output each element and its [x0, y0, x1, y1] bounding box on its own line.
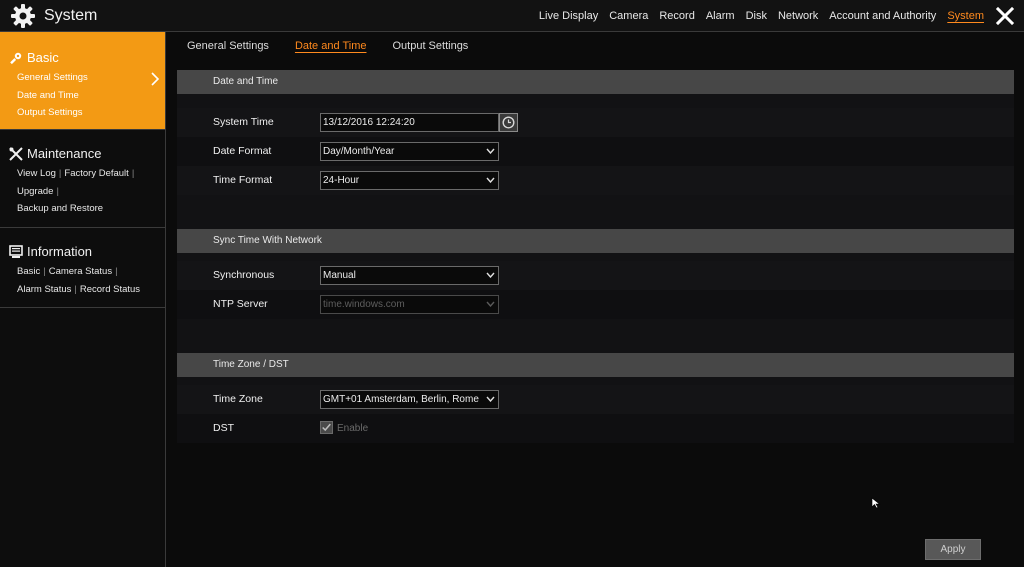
sidebar-link-general-settings[interactable]: General Settings: [17, 69, 165, 87]
spacer: [177, 195, 1014, 229]
synchronous-select[interactable]: Manual: [320, 266, 499, 285]
date-format-value: Day/Month/Year: [323, 146, 395, 157]
app-title-text: System: [44, 7, 98, 24]
spacer: [177, 253, 1014, 261]
time-zone-label: Time Zone: [213, 393, 263, 405]
wrench-icon: [9, 146, 23, 161]
tab-output-settings[interactable]: Output Settings: [392, 40, 468, 52]
sidebar-link-upgrade[interactable]: Upgrade: [17, 186, 53, 197]
monitor-icon: [9, 244, 23, 258]
caret-down-icon: [486, 396, 495, 402]
gear-icon: [11, 4, 35, 28]
caret-down-icon: [486, 272, 495, 278]
row-ntp-server: NTP Server time.windows.com: [177, 290, 1014, 319]
time-zone-value: GMT+01 Amsterdam, Berlin, Rome: [323, 394, 479, 405]
nav-system[interactable]: System: [947, 10, 984, 22]
nav-alarm[interactable]: Alarm: [706, 10, 735, 22]
synchronous-label: Synchronous: [213, 269, 275, 281]
sidebar-section-basic[interactable]: Basic General Settings Date and Time Out…: [0, 32, 165, 130]
sidebar-link-record-status[interactable]: Record Status: [80, 284, 140, 295]
time-zone-select[interactable]: GMT+01 Amsterdam, Berlin, Rome: [320, 390, 499, 409]
section-header-timezone: Time Zone / DST: [177, 353, 1014, 377]
nav-account-authority[interactable]: Account and Authority: [829, 10, 936, 22]
caret-down-icon: [486, 301, 495, 307]
sidebar-link-alarm-status[interactable]: Alarm Status: [17, 284, 71, 295]
sidebar: Basic General Settings Date and Time Out…: [0, 32, 166, 567]
synchronous-value: Manual: [323, 270, 356, 281]
tab-date-and-time[interactable]: Date and Time: [295, 40, 367, 52]
close-icon[interactable]: [996, 7, 1014, 25]
ntp-server-label: NTP Server: [213, 298, 268, 310]
nav-live-display[interactable]: Live Display: [539, 10, 598, 22]
sidebar-link-backup-restore[interactable]: Backup and Restore: [17, 203, 103, 214]
sidebar-information-title: Information: [27, 244, 93, 259]
spacer: [177, 377, 1014, 385]
time-format-value: 24-Hour: [323, 175, 360, 186]
row-dst: DST Enable: [177, 414, 1014, 443]
row-system-time: System Time 13/12/2016 12:24:20: [177, 108, 1014, 137]
sidebar-link-view-log[interactable]: View Log: [17, 168, 56, 179]
nav-network[interactable]: Network: [778, 10, 818, 22]
sidebar-section-information[interactable]: Information Basic | Camera Status | Alarm S…: [0, 228, 165, 308]
row-time-zone: Time Zone GMT+01 Amsterdam, Berlin, Rome: [177, 385, 1014, 414]
section-header-sync: Sync Time With Network: [177, 229, 1014, 253]
tab-general-settings[interactable]: General Settings: [187, 40, 269, 52]
caret-down-icon: [486, 148, 495, 154]
tools-icon: [10, 52, 22, 64]
system-time-field[interactable]: 13/12/2016 12:24:20: [320, 113, 499, 132]
clock-icon[interactable]: [499, 113, 518, 132]
sidebar-basic-title: Basic: [27, 50, 59, 65]
section-header-date-time: Date and Time: [177, 70, 1014, 94]
dst-label: DST: [213, 422, 234, 434]
system-time-label: System Time: [213, 116, 274, 128]
sidebar-link-output-settings[interactable]: Output Settings: [17, 104, 165, 122]
top-navigation: Live Display Camera Record Alarm Disk Ne…: [528, 0, 984, 32]
sidebar-link-camera-status[interactable]: Camera Status: [49, 266, 112, 277]
sidebar-section-maintenance[interactable]: Maintenance View Log | Factory Default | Up…: [0, 130, 165, 228]
sidebar-link-info-basic[interactable]: Basic: [17, 266, 40, 277]
settings-tabs: General Settings Date and Time Output Se…: [166, 32, 1024, 59]
dst-checkbox[interactable]: [320, 421, 333, 434]
date-format-select[interactable]: Day/Month/Year: [320, 142, 499, 161]
time-format-label: Time Format: [213, 174, 273, 186]
time-format-select[interactable]: 24-Hour: [320, 171, 499, 190]
top-bar: System Live Display Camera Record Alarm …: [0, 0, 1024, 32]
chevron-right-icon: [151, 72, 160, 86]
caret-down-icon: [486, 177, 495, 183]
row-synchronous: Synchronous Manual: [177, 261, 1014, 290]
app-title: System: [10, 3, 97, 29]
nav-disk[interactable]: Disk: [746, 10, 767, 22]
spacer: [177, 94, 1014, 108]
nav-record[interactable]: Record: [659, 10, 694, 22]
date-format-label: Date Format: [213, 145, 272, 157]
row-time-format: Time Format 24-Hour: [177, 166, 1014, 195]
dst-enable-label: Enable: [337, 423, 369, 434]
ntp-server-select: time.windows.com: [320, 295, 499, 314]
sidebar-maintenance-title: Maintenance: [27, 146, 102, 161]
spacer: [177, 319, 1014, 353]
sidebar-link-date-and-time[interactable]: Date and Time: [17, 87, 165, 105]
row-date-format: Date Format Day/Month/Year: [177, 137, 1014, 166]
sidebar-link-factory-default[interactable]: Factory Default: [64, 168, 128, 179]
nav-camera[interactable]: Camera: [609, 10, 648, 22]
mouse-cursor-icon: [871, 497, 881, 509]
apply-button[interactable]: Apply: [925, 539, 981, 560]
ntp-server-value: time.windows.com: [323, 299, 405, 310]
